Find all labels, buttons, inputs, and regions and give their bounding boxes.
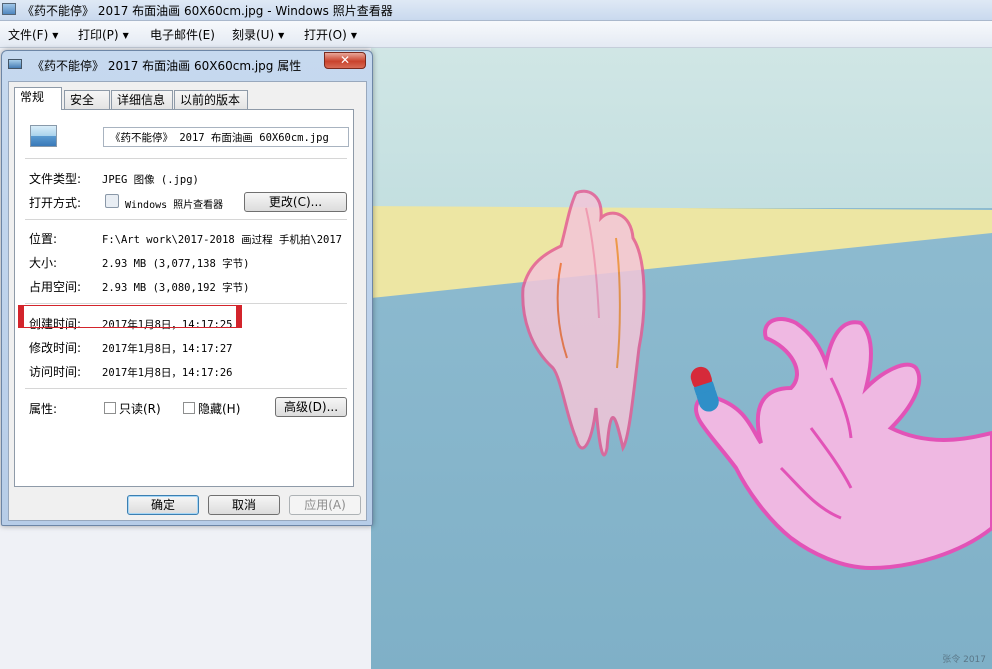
menu-print-label: 打印(P) (78, 28, 119, 42)
apply-button[interactable]: 应用(A) (289, 495, 361, 515)
photo-viewer-icon (105, 194, 119, 208)
tab-general[interactable]: 常规 (14, 87, 62, 110)
divider (25, 303, 347, 304)
dialog-client-area: 常规 安全 详细信息 以前的版本 《药不能停》 2017 布面油画 60X60c… (8, 81, 367, 521)
cancel-button[interactable]: 取消 (208, 495, 280, 515)
chevron-down-icon: ▼ (122, 31, 129, 40)
accessed-value: 2017年1月8日，14:17:26 (102, 367, 233, 379)
menu-burn-label: 刻录(U) (232, 28, 275, 42)
hidden-label[interactable]: 隐藏(H) (198, 400, 240, 417)
window-title: 《药不能停》 2017 布面油画 60X60cm.jpg - Windows 照… (22, 4, 393, 18)
menu-burn[interactable]: 刻录(U) ▼ (232, 26, 284, 43)
menu-bar: 文件(F) ▼ 打印(P) ▼ 电子邮件(E) 刻录(U) ▼ 打开(O) ▼ (0, 21, 992, 48)
highlight-marker-left (18, 305, 24, 328)
size-value: 2.93 MB (3,077,138 字节) (102, 258, 250, 270)
location-value: F:\Art work\2017-2018 画过程 手机拍\2017 (102, 234, 343, 246)
modified-value: 2017年1月8日，14:17:27 (102, 343, 233, 355)
wall-area (371, 48, 992, 208)
general-tab-panel: 《药不能停》 2017 布面油画 60X60cm.jpg 文件类型: JPEG … (14, 109, 354, 487)
image-file-icon (30, 125, 57, 147)
modified-label: 修改时间: (29, 341, 82, 355)
accessed-label: 访问时间: (29, 365, 82, 379)
viewer-title-bar: 《药不能停》 2017 布面油画 60X60cm.jpg - Windows 照… (0, 0, 992, 21)
location-label: 位置: (29, 232, 58, 246)
dialog-title: 《药不能停》 2017 布面油画 60X60cm.jpg 属性 (32, 59, 302, 73)
open-with-value: Windows 照片查看器 (125, 200, 224, 211)
divider (25, 158, 347, 159)
painting-image: 张令 2017 (371, 48, 992, 669)
menu-print[interactable]: 打印(P) ▼ (78, 26, 129, 43)
file-type-label: 文件类型: (29, 172, 82, 186)
disk-size-label: 占用空间: (29, 280, 82, 294)
chevron-down-icon: ▼ (350, 31, 357, 40)
menu-open[interactable]: 打开(O) ▼ (304, 26, 357, 43)
created-time-highlight (18, 305, 242, 328)
change-button[interactable]: 更改(C)... (244, 192, 347, 212)
tab-previous-versions[interactable]: 以前的版本 (174, 90, 248, 109)
filename-field[interactable]: 《药不能停》 2017 布面油画 60X60cm.jpg (103, 127, 349, 147)
file-type-value: JPEG 图像 (.jpg) (102, 174, 199, 186)
highlight-marker-right (236, 305, 242, 328)
chevron-down-icon: ▼ (52, 31, 59, 40)
tab-details[interactable]: 详细信息 (111, 90, 173, 109)
advanced-button[interactable]: 高级(D)... (275, 397, 347, 417)
readonly-label[interactable]: 只读(R) (119, 400, 161, 417)
ok-button[interactable]: 确定 (127, 495, 199, 515)
menu-file-label: 文件(F) (8, 28, 49, 42)
photo-viewer-icon (2, 3, 16, 15)
divider (25, 219, 347, 220)
readonly-checkbox[interactable] (104, 402, 116, 414)
menu-open-label: 打开(O) (304, 28, 347, 42)
hidden-checkbox[interactable] (183, 402, 195, 414)
disk-size-value: 2.93 MB (3,080,192 字节) (102, 282, 250, 294)
painting-signature: 张令 2017 (942, 655, 986, 665)
menu-file[interactable]: 文件(F) ▼ (8, 26, 58, 43)
divider (25, 388, 347, 389)
chevron-down-icon: ▼ (278, 31, 285, 40)
open-with-label: 打开方式: (29, 196, 82, 210)
close-button[interactable]: ✕ (324, 52, 366, 69)
properties-dialog: 《药不能停》 2017 布面油画 60X60cm.jpg 属性 ✕ 常规 安全 … (1, 50, 373, 526)
image-file-icon (8, 59, 22, 69)
painting-artwork (371, 48, 992, 669)
menu-email-label: 电子邮件(E) (150, 28, 215, 42)
size-label: 大小: (29, 256, 58, 270)
menu-email[interactable]: 电子邮件(E) (150, 26, 215, 43)
attributes-label: 属性: (29, 402, 58, 416)
tab-security[interactable]: 安全 (64, 90, 110, 109)
